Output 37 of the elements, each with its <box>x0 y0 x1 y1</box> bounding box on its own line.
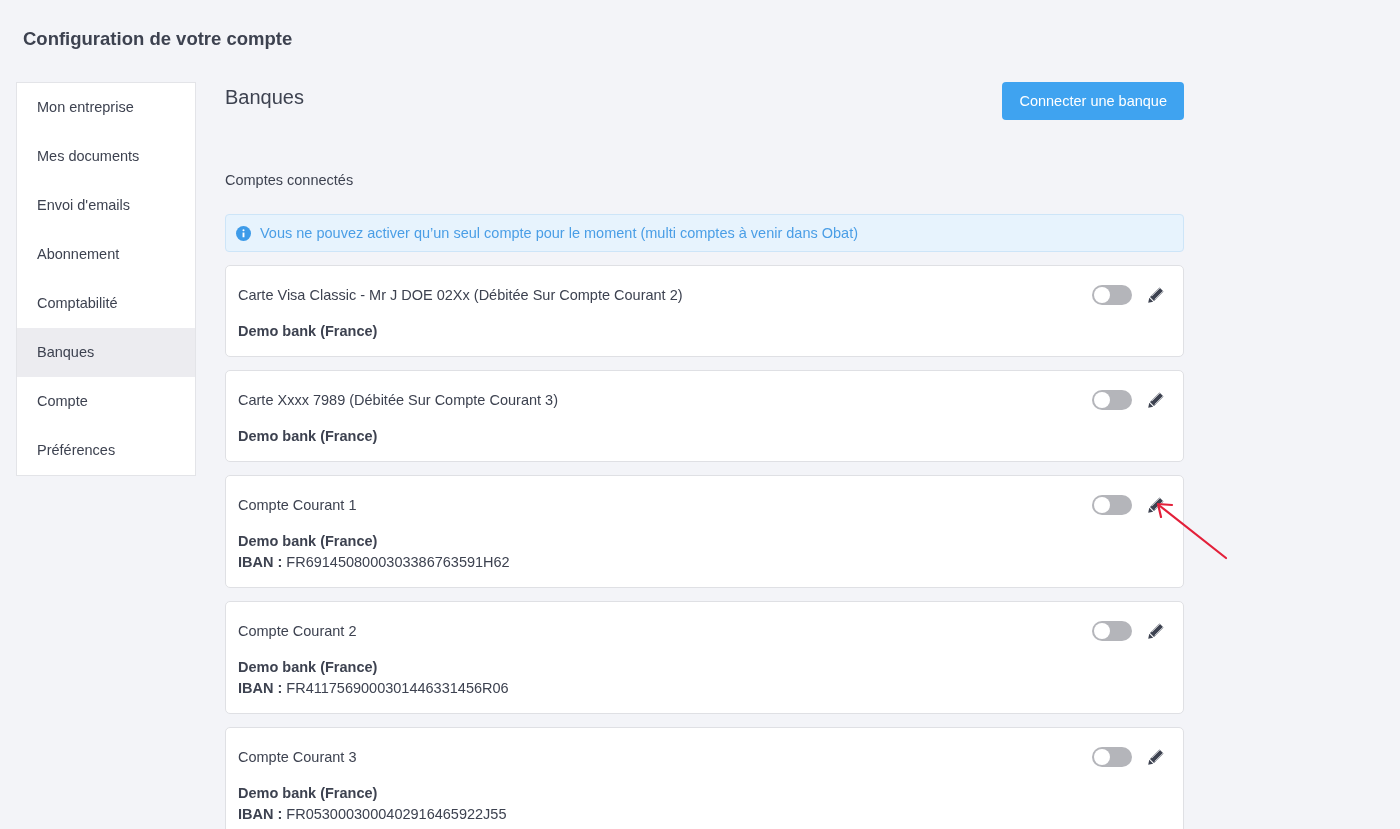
account-name: Compte Courant 3 <box>238 749 357 765</box>
section-title: Banques <box>225 86 304 109</box>
toggle-switch[interactable] <box>1092 495 1132 515</box>
pencil-icon[interactable] <box>1147 391 1165 409</box>
sidebar-item[interactable]: Mon entreprise <box>17 83 195 132</box>
account-name: Compte Courant 2 <box>238 623 357 639</box>
info-icon <box>236 225 251 241</box>
sidebar-item[interactable]: Préférences <box>17 426 195 475</box>
bank-name: Demo bank (France) <box>238 322 378 341</box>
page-title: Configuration de votre compte <box>23 28 293 50</box>
sidebar-item[interactable]: Abonnement <box>17 230 195 279</box>
bank-name: Demo bank (France) <box>238 427 378 446</box>
pencil-icon[interactable] <box>1147 286 1165 304</box>
info-message: Vous ne pouvez activer qu’un seul compte pour le moment (multi comptes à venir dans Obat) <box>260 225 859 241</box>
iban-text: IBAN : FR6914508000303386763591H62 <box>238 553 510 572</box>
toggle-switch[interactable] <box>1092 747 1132 767</box>
bank-name: Demo bank (France) <box>238 532 378 551</box>
sidebar-item[interactable]: Banques <box>17 328 195 377</box>
iban-text: IBAN : FR0530003000402916465922J55 <box>238 805 507 824</box>
bank-name: Demo bank (France) <box>238 784 378 803</box>
account-name: Compte Courant 1 <box>238 497 357 513</box>
sidebar-item[interactable]: Comptabilité <box>17 279 195 328</box>
pencil-icon[interactable] <box>1147 622 1165 640</box>
subsection-title: Comptes connectés <box>225 172 354 188</box>
toggle-switch[interactable] <box>1092 285 1132 305</box>
annotation-arrow <box>1156 502 1228 560</box>
toggle-switch[interactable] <box>1092 390 1132 410</box>
account-name: Carte Visa Classic - Mr J DOE 02Xx (Débitée Sur Compte Courant 2) <box>238 287 683 303</box>
iban-text: IBAN : FR4117569000301446331456R06 <box>238 679 509 698</box>
pencil-icon[interactable] <box>1147 748 1165 766</box>
account-name: Carte Xxxx 7989 (Débitée Sur Compte Courant 3) <box>238 392 558 408</box>
sidebar-item[interactable]: Envoi d'emails <box>17 181 195 230</box>
sidebar-item[interactable]: Mes documents <box>17 132 195 181</box>
bank-name: Demo bank (France) <box>238 658 378 677</box>
pencil-icon[interactable] <box>1147 496 1165 514</box>
sidebar-item[interactable]: Compte <box>17 377 195 426</box>
toggle-switch[interactable] <box>1092 621 1132 641</box>
